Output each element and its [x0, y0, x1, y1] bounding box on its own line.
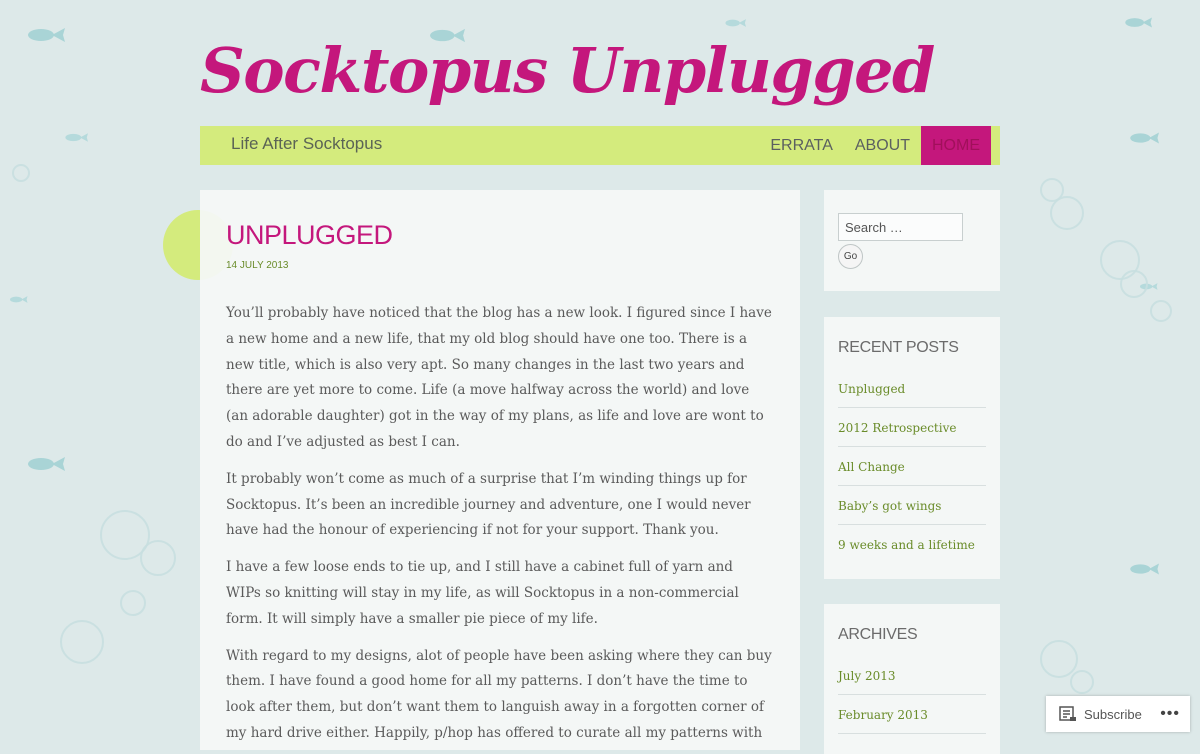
fish-icon: [10, 296, 28, 303]
recent-post-link[interactable]: 9 weeks and a lifetime: [838, 538, 975, 552]
list-item: July 2013: [838, 656, 986, 695]
fish-icon: [725, 19, 746, 27]
site-title[interactable]: Socktopus Unplugged: [200, 40, 935, 102]
nav-item-home[interactable]: HOME: [921, 126, 991, 165]
bubble-decoration: [12, 164, 30, 182]
list-item: All Change: [838, 447, 986, 486]
nav-item-errata[interactable]: ERRATA: [759, 126, 844, 165]
header-bar: Life After Socktopus ERRATA ABOUT HOME: [200, 126, 1000, 165]
bubble-decoration: [60, 620, 104, 664]
archives-title: ARCHIVES: [838, 626, 918, 643]
fish-icon: [1125, 17, 1152, 28]
site-tagline: Life After Socktopus: [231, 134, 383, 153]
recent-post-link[interactable]: All Change: [838, 460, 905, 474]
bubble-decoration: [1150, 300, 1172, 322]
bubble-decoration: [120, 590, 146, 616]
archives-list: July 2013 February 2013: [838, 656, 986, 734]
recent-post-link[interactable]: Baby’s got wings: [838, 499, 941, 513]
recent-post-link[interactable]: Unplugged: [838, 382, 905, 396]
reader-icon: [1059, 706, 1076, 721]
post-paragraph: You’ll probably have noticed that the bl…: [226, 305, 772, 450]
main-navigation: ERRATA ABOUT HOME: [759, 126, 991, 165]
archive-link[interactable]: February 2013: [838, 708, 928, 722]
post-paragraph: With regard to my designs, alot of peopl…: [226, 647, 772, 741]
list-item: February 2013: [838, 695, 986, 734]
bubble-decoration: [1040, 640, 1078, 678]
recent-posts-widget: RECENT POSTS Unplugged 2012 Retrospectiv…: [824, 317, 1000, 579]
list-item: Unplugged: [838, 369, 986, 408]
bubble-decoration: [1070, 670, 1094, 694]
recent-post-link[interactable]: 2012 Retrospective: [838, 421, 956, 435]
ellipsis-icon[interactable]: •••: [1160, 706, 1180, 722]
fish-icon: [28, 457, 65, 471]
post-body: You’ll probably have noticed that the bl…: [226, 301, 772, 750]
recent-posts-title: RECENT POSTS: [838, 339, 959, 356]
post-date[interactable]: 14 JULY 2013: [226, 260, 772, 271]
subscribe-bar: Subscribe •••: [1046, 696, 1190, 732]
archive-link[interactable]: July 2013: [838, 669, 896, 683]
search-widget: Go: [824, 190, 1000, 291]
archives-widget: ARCHIVES July 2013 February 2013: [824, 604, 1000, 754]
post-paragraph: It probably won’t come as much of a surp…: [226, 470, 751, 539]
post-article: UNPLUGGED 14 JULY 2013 You’ll probably h…: [200, 190, 800, 750]
fish-icon: [1130, 132, 1159, 144]
recent-posts-list: Unplugged 2012 Retrospective All Change …: [838, 369, 986, 564]
fish-icon: [1130, 563, 1159, 575]
list-item: Baby’s got wings: [838, 486, 986, 525]
bubble-decoration: [1050, 196, 1084, 230]
subscribe-label: Subscribe: [1084, 706, 1142, 722]
bubble-decoration: [140, 540, 176, 576]
post-title[interactable]: UNPLUGGED: [226, 220, 772, 250]
post-paragraph: I have a few loose ends to tie up, and I…: [226, 559, 739, 627]
search-go-button[interactable]: Go: [838, 244, 863, 269]
fish-icon: [65, 133, 88, 142]
list-item: 2012 Retrospective: [838, 408, 986, 447]
search-input[interactable]: [838, 213, 963, 241]
fish-icon: [28, 28, 65, 42]
subscribe-button[interactable]: Subscribe: [1059, 706, 1142, 722]
nav-item-about[interactable]: ABOUT: [844, 126, 921, 165]
list-item: 9 weeks and a lifetime: [838, 525, 986, 564]
bubble-decoration: [1120, 270, 1148, 298]
